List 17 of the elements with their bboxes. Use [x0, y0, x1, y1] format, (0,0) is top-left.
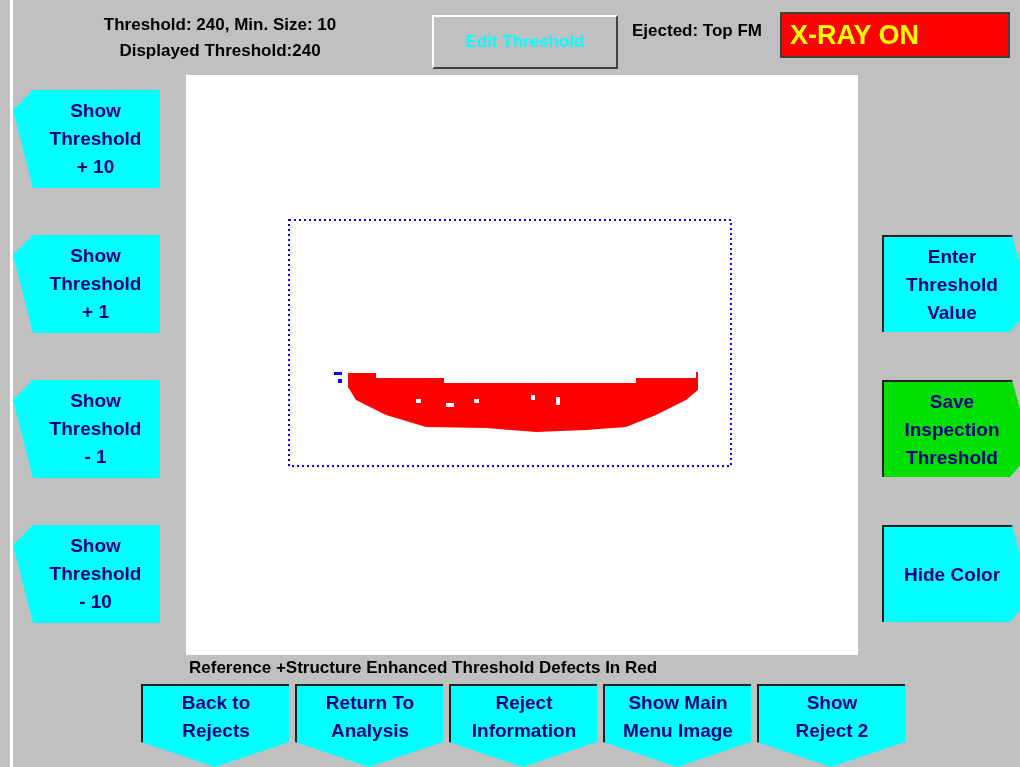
navigation-button[interactable]: Back to Rejects: [141, 684, 289, 767]
threshold-text: Threshold: 240, Min. Size: 10: [103, 14, 337, 36]
show-threshold-button[interactable]: Show Threshold + 1: [13, 235, 160, 333]
ejected-text: Ejected: Top FM: [632, 20, 762, 42]
action-button[interactable]: Hide Color: [882, 525, 1020, 622]
navigation-button[interactable]: Reject Information: [449, 684, 597, 767]
navigation-button[interactable]: Return To Analysis: [295, 684, 443, 767]
action-button[interactable]: Enter Threshold Value: [882, 235, 1020, 332]
navigation-button[interactable]: Show Main Menu Image: [603, 684, 751, 767]
show-threshold-button[interactable]: Show Threshold + 10: [13, 90, 160, 188]
caption-text: Reference +Structure Enhanced Threshold Defects In Red: [189, 657, 658, 679]
navigation-button[interactable]: Show Reject 2: [757, 684, 905, 767]
xray-status-indicator: X-RAY ON: [780, 12, 1010, 58]
show-threshold-button[interactable]: Show Threshold - 1: [13, 380, 160, 478]
displayed-threshold-text: Displayed Threshold:240: [119, 40, 321, 62]
show-threshold-button[interactable]: Show Threshold - 10: [13, 525, 160, 623]
action-button[interactable]: Save Inspection Threshold: [882, 380, 1020, 477]
